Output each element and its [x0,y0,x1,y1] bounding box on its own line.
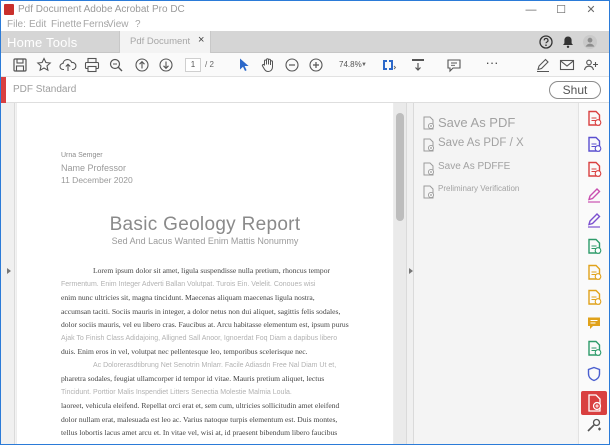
zoom-in-icon[interactable] [307,56,325,74]
right-panel-toggle[interactable] [406,103,414,444]
doc-author: Urna Semger [61,152,103,159]
minimize-button[interactable]: — [517,1,545,19]
acrobat-window: Pdf Document Adobe Acrobat Pro DC — ☐ ✕ … [0,0,610,445]
save-as-option-label: Save As PDFFE [438,161,511,172]
more-tools-icon[interactable] [585,416,603,434]
pdf-standard-bar: PDF Standard Shut [1,77,609,103]
close-tab-icon[interactable]: × [198,34,204,46]
pdf-standards-icon[interactable] [581,390,607,415]
standard-flag-marker [1,77,6,103]
doc-professor: Name Professor [61,163,127,173]
doc-date: 11 December 2020 [61,175,133,185]
menu-ferns[interactable]: Ferns [83,19,109,31]
menu-finette[interactable]: Finette [51,19,82,31]
create-pdf-icon[interactable] [585,109,603,127]
doc-body-line: Ac Dolorerasdtibrung Net Senotrin Mnlarr… [93,361,337,369]
doc-body-line: Fermentum. Enim Integer Adverti Ballan V… [61,280,316,288]
doc-subtitle: Sed And Lacus Wanted Enim Mattis Nonummy [111,236,299,246]
doc-body-line: Lorem ipsum dolor sit amet, ligula suspe… [93,266,331,275]
pdf-page: Urna Semger Name Professor 11 December 2… [17,103,393,444]
menu-edit[interactable]: Edit [29,19,46,31]
doc-body-line: enim nunc ultricies sit, magna tincidunt… [61,293,315,302]
sign-pen-icon[interactable] [534,56,552,74]
scrollbar-thumb[interactable] [396,113,404,221]
acrobat-app-icon [4,4,14,15]
save-as-option-label: Save As PDF [438,115,516,130]
doc-body-line: dolor sociis mauris, vel eu libero cras.… [61,320,349,329]
zoom-out-icon[interactable] [283,56,301,74]
menu-view[interactable]: View [107,19,129,31]
doc-body-line: laoreet, vehicula eleifend. Repellat orc… [61,401,340,410]
menu-file[interactable]: File: [7,19,26,31]
save-document-icon [422,116,435,133]
doc-body-line: Tincidunt. Porttior Malis Inspendiet Lit… [61,388,292,396]
expand-left-panel-icon[interactable] [7,268,11,274]
menu-bar: File: Edit Finette Ferns View ? [1,19,609,31]
zoom-search-icon[interactable] [107,56,125,74]
share-people-icon[interactable] [582,56,600,74]
print-production-icon[interactable] [585,339,603,357]
notifications-bell-icon[interactable] [560,34,576,50]
vertical-scrollbar[interactable] [394,103,406,444]
doc-body-line: pharetra sodales, feugiat ullamcorper id… [61,374,325,383]
left-panel-toggle[interactable] [1,103,15,444]
print-icon[interactable] [83,56,101,74]
window-title: Pdf Document Adobe Acrobat Pro DC [18,4,185,15]
save-icon[interactable] [11,56,29,74]
zoom-dropdown-icon[interactable]: ▼ [361,62,367,68]
doc-body-line: accumsan taciti. Sociis mauris in intege… [61,306,341,316]
doc-body-line: duis. Enim eros in vel, volutpat nec pel… [61,347,308,356]
upload-cloud-icon[interactable] [59,56,77,74]
hand-tool-icon[interactable] [259,56,277,74]
fill-sign-icon[interactable] [585,211,603,229]
pdf-standards-panel: Save As PDF Save As PDF / X Save As PDFFE P… [414,103,576,444]
shut-button[interactable]: Shut [549,81,601,99]
pdf-standard-label: PDF Standard [13,84,77,95]
collapse-right-panel-icon[interactable] [409,268,413,274]
main-toolbar: 1 / 2 74.8% ▼ ··· [1,53,609,77]
select-cursor-icon[interactable] [235,56,253,74]
doc-body-line: dolor nullam erat, malesuada est leo ac.… [61,414,338,424]
document-viewport[interactable]: Urna Semger Name Professor 11 December 2… [16,103,406,444]
next-page-icon[interactable] [157,56,175,74]
scan-ocr-icon[interactable] [585,288,603,306]
protect-icon[interactable] [585,365,603,383]
more-options-icon[interactable]: ··· [483,56,501,74]
organize-pages-icon[interactable] [585,160,603,178]
email-envelope-icon[interactable] [558,56,576,74]
page-total: / 2 [205,60,214,69]
doc-title: Basic Geology Report [109,214,301,235]
page-number-input[interactable]: 1 [185,58,201,72]
save-as-option-label: Save As PDF / X [438,137,524,149]
document-tab[interactable]: Pdf Document × [119,31,211,53]
tab-bar: Home Tools Pdf Document × [1,31,609,53]
account-avatar-icon[interactable] [582,34,598,50]
previous-page-icon[interactable] [133,56,151,74]
bookmark-star-icon[interactable] [35,56,53,74]
edit-pdf-icon[interactable] [585,186,603,204]
save-as-option-label: Preliminary Verification [438,184,520,193]
send-for-comments-icon[interactable] [585,263,603,281]
export-pdf-icon[interactable] [585,237,603,255]
save-document-icon [422,162,435,179]
home-tools-tab[interactable]: Home Tools [7,34,103,51]
save-document-icon [422,185,435,201]
doc-body-line: tellus lobortis lacus amet arcu et. In v… [61,428,338,437]
help-icon[interactable] [538,34,554,50]
zoom-level[interactable]: 74.8% [339,60,362,69]
comment-icon[interactable] [585,314,603,332]
fit-page-icon[interactable] [379,56,397,74]
menu-help[interactable]: ? [135,19,141,31]
comment-bubble-icon[interactable] [445,56,463,74]
close-window-button[interactable]: ✕ [577,1,605,19]
scroll-mode-icon[interactable] [409,56,427,74]
maximize-button[interactable]: ☐ [547,1,575,19]
document-tab-label: Pdf Document [130,36,191,47]
doc-body: Lorem ipsum dolor sit amet, ligula suspe… [61,264,353,440]
combine-files-icon[interactable] [585,135,603,153]
doc-body-line: Ajak To Finish Class Adidajoing, Alligne… [61,334,338,342]
tools-pane [578,103,609,444]
title-bar: Pdf Document Adobe Acrobat Pro DC — ☐ ✕ [1,1,609,19]
save-document-icon [422,138,435,155]
